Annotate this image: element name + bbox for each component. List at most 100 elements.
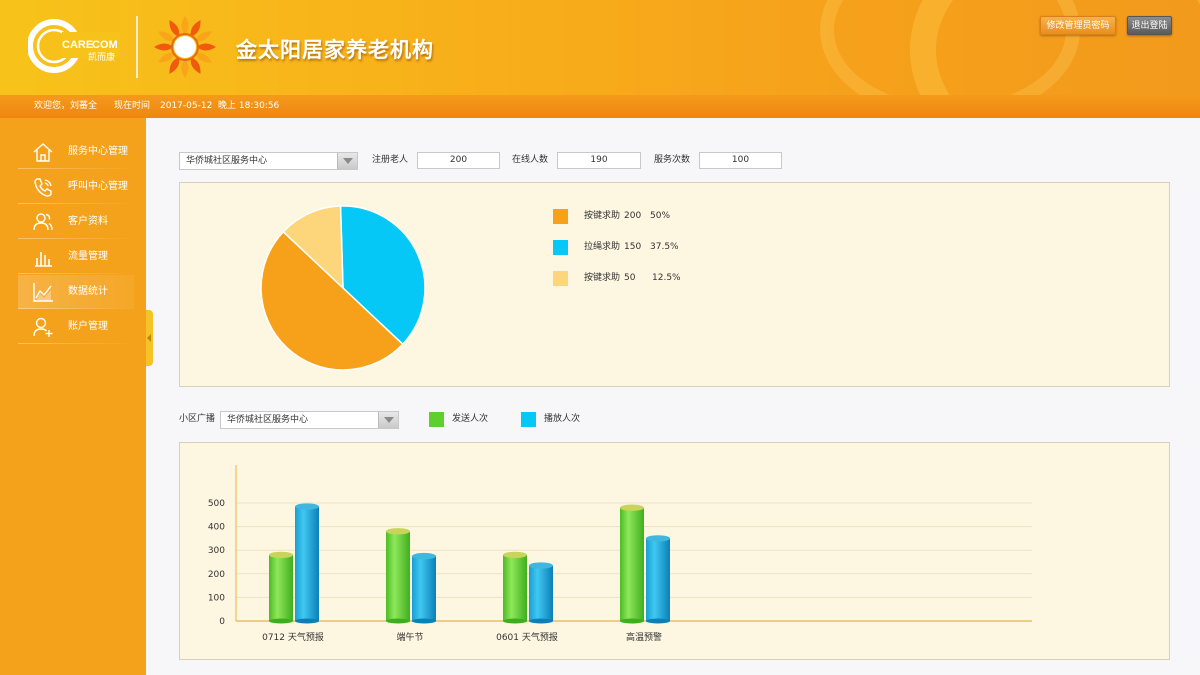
bar-base bbox=[620, 618, 644, 624]
y-tick-label: 0 bbox=[219, 617, 225, 627]
sidebar-item-service-center[interactable]: 服务中心管理 bbox=[18, 135, 134, 169]
time-label: 现在时间 bbox=[114, 101, 151, 111]
app-header: CARE COM 凯而康 金太阳居家养老机构 修改管理员密码 退出登陆 bbox=[0, 0, 1200, 95]
bar-sent bbox=[503, 554, 527, 621]
pie-legend-value: 50 bbox=[624, 273, 636, 283]
pie-legend-percent: 37.5% bbox=[650, 242, 679, 252]
sidebar: 服务中心管理 呼叫中心管理 客户资料 流量管理 数据统计 账户管理 bbox=[0, 118, 146, 675]
pie-legend-value: 150 bbox=[624, 242, 642, 252]
sidebar-item-statistics[interactable]: 数据统计 bbox=[18, 275, 134, 309]
bar-chart-panel: 0 100 200 300 400 500 0712 天气预报 端午节 0601 天气预报 高温预… bbox=[179, 442, 1170, 660]
y-tick-label: 400 bbox=[208, 523, 225, 533]
online-field: 190 bbox=[557, 152, 641, 169]
service-count-field: 100 bbox=[699, 152, 782, 169]
legend-swatch-sent bbox=[429, 412, 444, 427]
status-bar: 欢迎您，刘蕃全 现在时间 2017-05-12 晚上 18:30:56 bbox=[0, 95, 1200, 118]
registered-field: 200 bbox=[417, 152, 500, 169]
header-decoration bbox=[820, 0, 1080, 95]
sidebar-item-label: 客户资料 bbox=[68, 216, 108, 227]
users-icon bbox=[33, 213, 53, 231]
bar-cap bbox=[646, 535, 670, 542]
online-label: 在线人数 bbox=[512, 155, 549, 165]
pie-legend-label: 按键求助 bbox=[584, 211, 621, 221]
sidebar-collapse-handle[interactable] bbox=[146, 310, 153, 366]
change-password-button[interactable]: 修改管理员密码 bbox=[1040, 16, 1116, 35]
sun-petal bbox=[197, 43, 216, 51]
pie-legend-swatch bbox=[553, 240, 568, 255]
bar-sent bbox=[269, 554, 293, 621]
legend-swatch-played bbox=[521, 412, 536, 427]
legend-label-sent: 发送人次 bbox=[452, 414, 489, 424]
sun-petal bbox=[181, 59, 189, 78]
chevron-down-icon bbox=[378, 412, 398, 428]
pie-legend-swatch bbox=[553, 271, 568, 286]
logo-text: CARE bbox=[62, 39, 93, 51]
bar-base bbox=[386, 618, 410, 624]
bar-played bbox=[295, 506, 319, 621]
broadcast-center-select[interactable]: 华侨城社区服务中心 bbox=[220, 411, 399, 429]
logout-button[interactable]: 退出登陆 bbox=[1127, 16, 1172, 35]
home-icon bbox=[33, 143, 53, 162]
service-count-label: 服务次数 bbox=[654, 155, 691, 165]
bar-cap bbox=[386, 528, 410, 535]
sun-petal bbox=[181, 16, 189, 35]
pie-legend-label: 拉绳求助 bbox=[584, 242, 621, 252]
logo-subtext: 凯而康 bbox=[88, 51, 115, 63]
bar-played bbox=[646, 538, 670, 621]
sidebar-item-label: 呼叫中心管理 bbox=[68, 181, 128, 192]
logo-divider bbox=[136, 16, 138, 78]
bar-base bbox=[295, 618, 319, 624]
care-com-logo-icon: CARE COM 凯而康 bbox=[28, 19, 120, 73]
sidebar-item-label: 账户管理 bbox=[68, 321, 108, 332]
svg-text:COM: COM bbox=[92, 39, 118, 51]
bar-cap bbox=[503, 551, 527, 559]
bar-cap bbox=[295, 503, 319, 510]
bar-cap bbox=[529, 562, 553, 569]
bar-chart: 0 100 200 300 400 500 0712 天气预报 端午节 0601 天气预报 高温预… bbox=[208, 465, 1032, 643]
sidebar-item-call-center[interactable]: 呼叫中心管理 bbox=[18, 170, 134, 204]
pie-legend-percent: 12.5% bbox=[652, 273, 681, 283]
bar-base bbox=[503, 618, 527, 624]
legend-label-played: 播放人次 bbox=[544, 414, 581, 424]
sidebar-item-customers[interactable]: 客户资料 bbox=[18, 205, 134, 239]
page-title: 金太阳居家养老机构 bbox=[236, 38, 434, 62]
bar-played bbox=[529, 565, 553, 621]
bar-cap bbox=[620, 504, 644, 511]
bar-base bbox=[646, 618, 670, 624]
sidebar-item-traffic[interactable]: 流量管理 bbox=[18, 240, 134, 274]
broadcast-label: 小区广播 bbox=[179, 414, 216, 424]
pie-legend-value: 200 bbox=[624, 211, 642, 221]
y-tick-label: 500 bbox=[208, 499, 225, 509]
bar-base bbox=[269, 618, 293, 624]
bar-sent bbox=[386, 531, 410, 621]
bar-cap bbox=[269, 551, 293, 559]
bar-cap bbox=[412, 552, 436, 560]
broadcast-center-select-value: 华侨城社区服务中心 bbox=[227, 415, 309, 425]
sidebar-item-accounts[interactable]: 账户管理 bbox=[18, 310, 134, 344]
sun-petal bbox=[154, 43, 173, 51]
x-tick-label: 0712 天气预报 bbox=[262, 631, 324, 643]
chevron-down-icon bbox=[337, 153, 357, 169]
phone-icon bbox=[34, 178, 52, 197]
sidebar-item-label: 流量管理 bbox=[68, 251, 108, 262]
x-tick-label: 高温预警 bbox=[626, 631, 662, 643]
registered-label: 注册老人 bbox=[372, 155, 409, 165]
x-tick-label: 端午节 bbox=[396, 631, 423, 643]
pie-legend-swatch bbox=[553, 209, 568, 224]
sun-logo-icon bbox=[154, 16, 216, 78]
line-chart-icon bbox=[33, 283, 53, 302]
time-text: 晚上 18:30:56 bbox=[218, 101, 280, 111]
service-center-select[interactable]: 华侨城社区服务中心 bbox=[179, 152, 358, 170]
bar-base bbox=[412, 618, 436, 624]
add-user-icon bbox=[33, 317, 53, 337]
sidebar-item-label: 服务中心管理 bbox=[68, 146, 128, 157]
y-tick-label: 200 bbox=[208, 570, 225, 580]
bar-chart-icon bbox=[35, 252, 52, 267]
bar-base bbox=[529, 618, 553, 624]
y-tick-label: 300 bbox=[208, 546, 225, 556]
bar-sent bbox=[620, 507, 644, 621]
service-center-select-value: 华侨城社区服务中心 bbox=[186, 156, 268, 166]
pie-legend-percent: 50% bbox=[650, 211, 671, 221]
x-tick-label: 0601 天气预报 bbox=[496, 631, 558, 643]
sidebar-item-label: 数据统计 bbox=[68, 286, 108, 297]
